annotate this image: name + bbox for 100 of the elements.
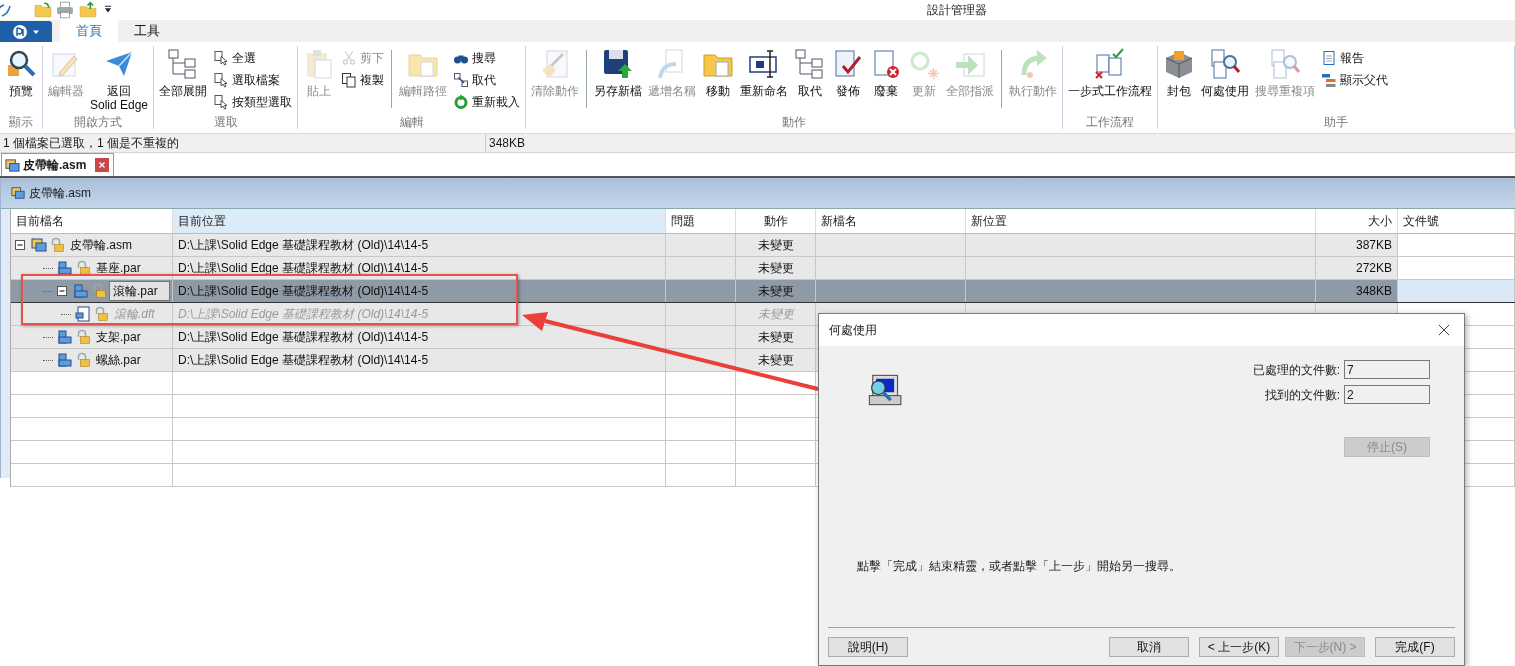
printer-icon[interactable] <box>56 1 74 19</box>
ribbon-button[interactable]: 全選 <box>211 48 295 68</box>
count-field[interactable]: 2 <box>1344 385 1430 404</box>
column-header[interactable]: 目前位置 <box>173 209 666 233</box>
ribbon-button[interactable]: 封包 <box>1161 46 1198 98</box>
group-label: 顯示 <box>9 114 33 129</box>
window-title: 設計管理器 <box>927 2 987 19</box>
logo-icon <box>12 23 28 40</box>
ribbon-button[interactable]: 返回 Solid Edge <box>88 46 151 112</box>
dialog-button[interactable]: 說明(H) <box>828 636 908 657</box>
file-name: 支架.par <box>95 329 142 346</box>
table-cell-text: D:\上課\Solid Edge 基礎課程教材 (Old)\14\14-5 <box>178 260 429 277</box>
group-label: 助手 <box>1324 114 1348 129</box>
table-cell-text: D:\上課\Solid Edge 基礎課程教材 (Old)\14\14-5 <box>178 283 429 300</box>
ribbon-button[interactable]: 選取檔案 <box>211 70 295 90</box>
assembly-icon <box>5 157 20 173</box>
ribbon-button[interactable]: 複製 <box>339 70 387 90</box>
file-name: 滾輪.par <box>109 281 170 301</box>
count-field[interactable]: 7 <box>1344 360 1430 379</box>
close-icon <box>98 161 107 169</box>
ribbon-button[interactable]: 全部展開 <box>157 46 210 98</box>
magnifier-document-icon <box>1269 48 1302 80</box>
group-label: 動作 <box>782 114 807 129</box>
padlock-icon <box>75 260 91 276</box>
ribbon-button[interactable]: 顯示父代 <box>1319 70 1391 90</box>
file-name: 滾輪.dft <box>113 306 156 323</box>
dialog-message: 點擊「完成」結束精靈，或者點擊「上一步」開始另一搜尋。 <box>856 558 1182 575</box>
document-tab[interactable]: 皮帶輪.asm <box>1 153 115 176</box>
cursor-icon <box>213 50 230 66</box>
ribbon-button[interactable]: 另存新檔 <box>592 46 645 98</box>
table-cell-text: 未變更 <box>757 352 794 369</box>
cursor-icon <box>213 94 230 110</box>
ribbon-button[interactable]: 發佈 <box>830 46 867 98</box>
folder-icon[interactable] <box>34 1 52 19</box>
table-cell-text: 272KB <box>1355 260 1392 277</box>
dialog-button[interactable]: 取消 <box>1109 636 1189 657</box>
table-cell-text: D:\上課\Solid Edge 基礎課程教材 (Old)\14\14-5 <box>178 329 429 346</box>
ribbon-button[interactable]: 重新命名 <box>738 46 791 98</box>
magnifier-document-icon <box>1209 48 1242 80</box>
table-cell-text: D:\上課\Solid Edge 基礎課程教材 (Old)\14\14-5 <box>178 237 429 254</box>
table-cell-text: D:\上課\Solid Edge 基礎課程教材 (Old)\14\14-5 <box>178 306 429 323</box>
ribbon-button[interactable]: 重新載入 <box>451 92 523 112</box>
computer-magnifier-icon <box>866 372 902 408</box>
table-cell-text: 348KB <box>1355 283 1392 300</box>
collapse-toggle[interactable] <box>57 286 67 296</box>
ribbon-button[interactable]: 按類型選取 <box>211 92 295 112</box>
document-icon <box>1321 50 1338 66</box>
padlock-icon <box>49 237 65 253</box>
ribbon-button[interactable]: 取代 <box>792 46 829 98</box>
status-text: 348KB <box>485 134 526 152</box>
ribbon-tab[interactable]: 工具 <box>118 20 176 42</box>
group-label: 選取 <box>213 114 238 129</box>
table-row[interactable]: 皮帶輪.asm D:\上課\Solid Edge 基礎課程教材 (Old)\14\14-5 未變更 387KB <box>11 234 1515 257</box>
hierarchy-icon <box>1321 72 1338 88</box>
field-label: 找到的文件數: <box>1264 386 1340 404</box>
dialog-button[interactable]: < 上一步(K) <box>1199 636 1279 657</box>
group-label: 開啟方式 <box>74 114 122 129</box>
refresh-icon <box>453 94 470 110</box>
tab-label: 皮帶輪.asm <box>23 157 87 174</box>
table-cell-text: 未變更 <box>757 260 794 277</box>
dialog-button[interactable]: 完成(F) <box>1375 636 1455 657</box>
table-cell-text: 未變更 <box>757 283 794 300</box>
workflow-icon <box>1094 48 1127 80</box>
group-label: 編輯 <box>399 114 424 129</box>
padlock-icon <box>75 352 91 368</box>
ribbon-button[interactable]: 取代 <box>451 70 523 90</box>
minus-icon <box>16 241 24 249</box>
ribbon-button[interactable]: 一步式工作流程 <box>1066 46 1155 98</box>
file-name: 皮帶輪.asm <box>69 237 133 254</box>
padlock-icon <box>93 306 109 322</box>
status-text: 1 個檔案已選取，1 個是不重複的 <box>2 135 180 152</box>
ribbon-button[interactable]: 移動 <box>700 46 737 98</box>
padlock-icon <box>75 329 91 345</box>
collapse-toggle[interactable] <box>15 240 25 250</box>
caret-icon[interactable] <box>103 5 113 15</box>
scissors-icon <box>341 50 358 66</box>
ribbon-button[interactable]: 預覽 <box>3 46 39 98</box>
table-cell-text: 未變更 <box>757 329 794 346</box>
group-label: 工作流程 <box>1086 114 1135 129</box>
close-button[interactable] <box>95 158 110 172</box>
floppy-disk-icon <box>602 48 635 80</box>
minus-icon <box>58 287 66 295</box>
file-name: 基座.par <box>95 260 142 277</box>
arrows-icon <box>453 72 470 88</box>
close-icon <box>1437 323 1451 337</box>
assembly-icon <box>11 186 25 200</box>
ribbon-tab[interactable]: 首頁 <box>60 20 118 42</box>
file-name: 螺絲.par <box>95 352 142 369</box>
folder-arrow-icon[interactable] <box>79 1 97 19</box>
table-row[interactable]: 基座.par D:\上課\Solid Edge 基礎課程教材 (Old)\14\14-5 未變更 272KB <box>11 257 1515 280</box>
app-menu-button[interactable] <box>0 21 52 42</box>
table-row[interactable]: 滾輪.par D:\上課\Solid Edge 基礎課程教材 (Old)\14\14-5 未變更 348KB <box>11 280 1515 303</box>
ribbon-button[interactable]: 廢棄 <box>868 46 905 98</box>
panel-title: 皮帶輪.asm <box>29 185 91 202</box>
table-cell-text: D:\上課\Solid Edge 基礎課程教材 (Old)\14\14-5 <box>178 352 429 369</box>
ribbon-button[interactable]: 何處使用 <box>1199 46 1252 98</box>
ribbon-button[interactable]: 搜尋 <box>451 48 523 68</box>
table-cell-text: 未變更 <box>757 237 794 254</box>
ribbon-button[interactable]: 報告 <box>1319 48 1391 68</box>
copy-icon <box>341 72 358 88</box>
